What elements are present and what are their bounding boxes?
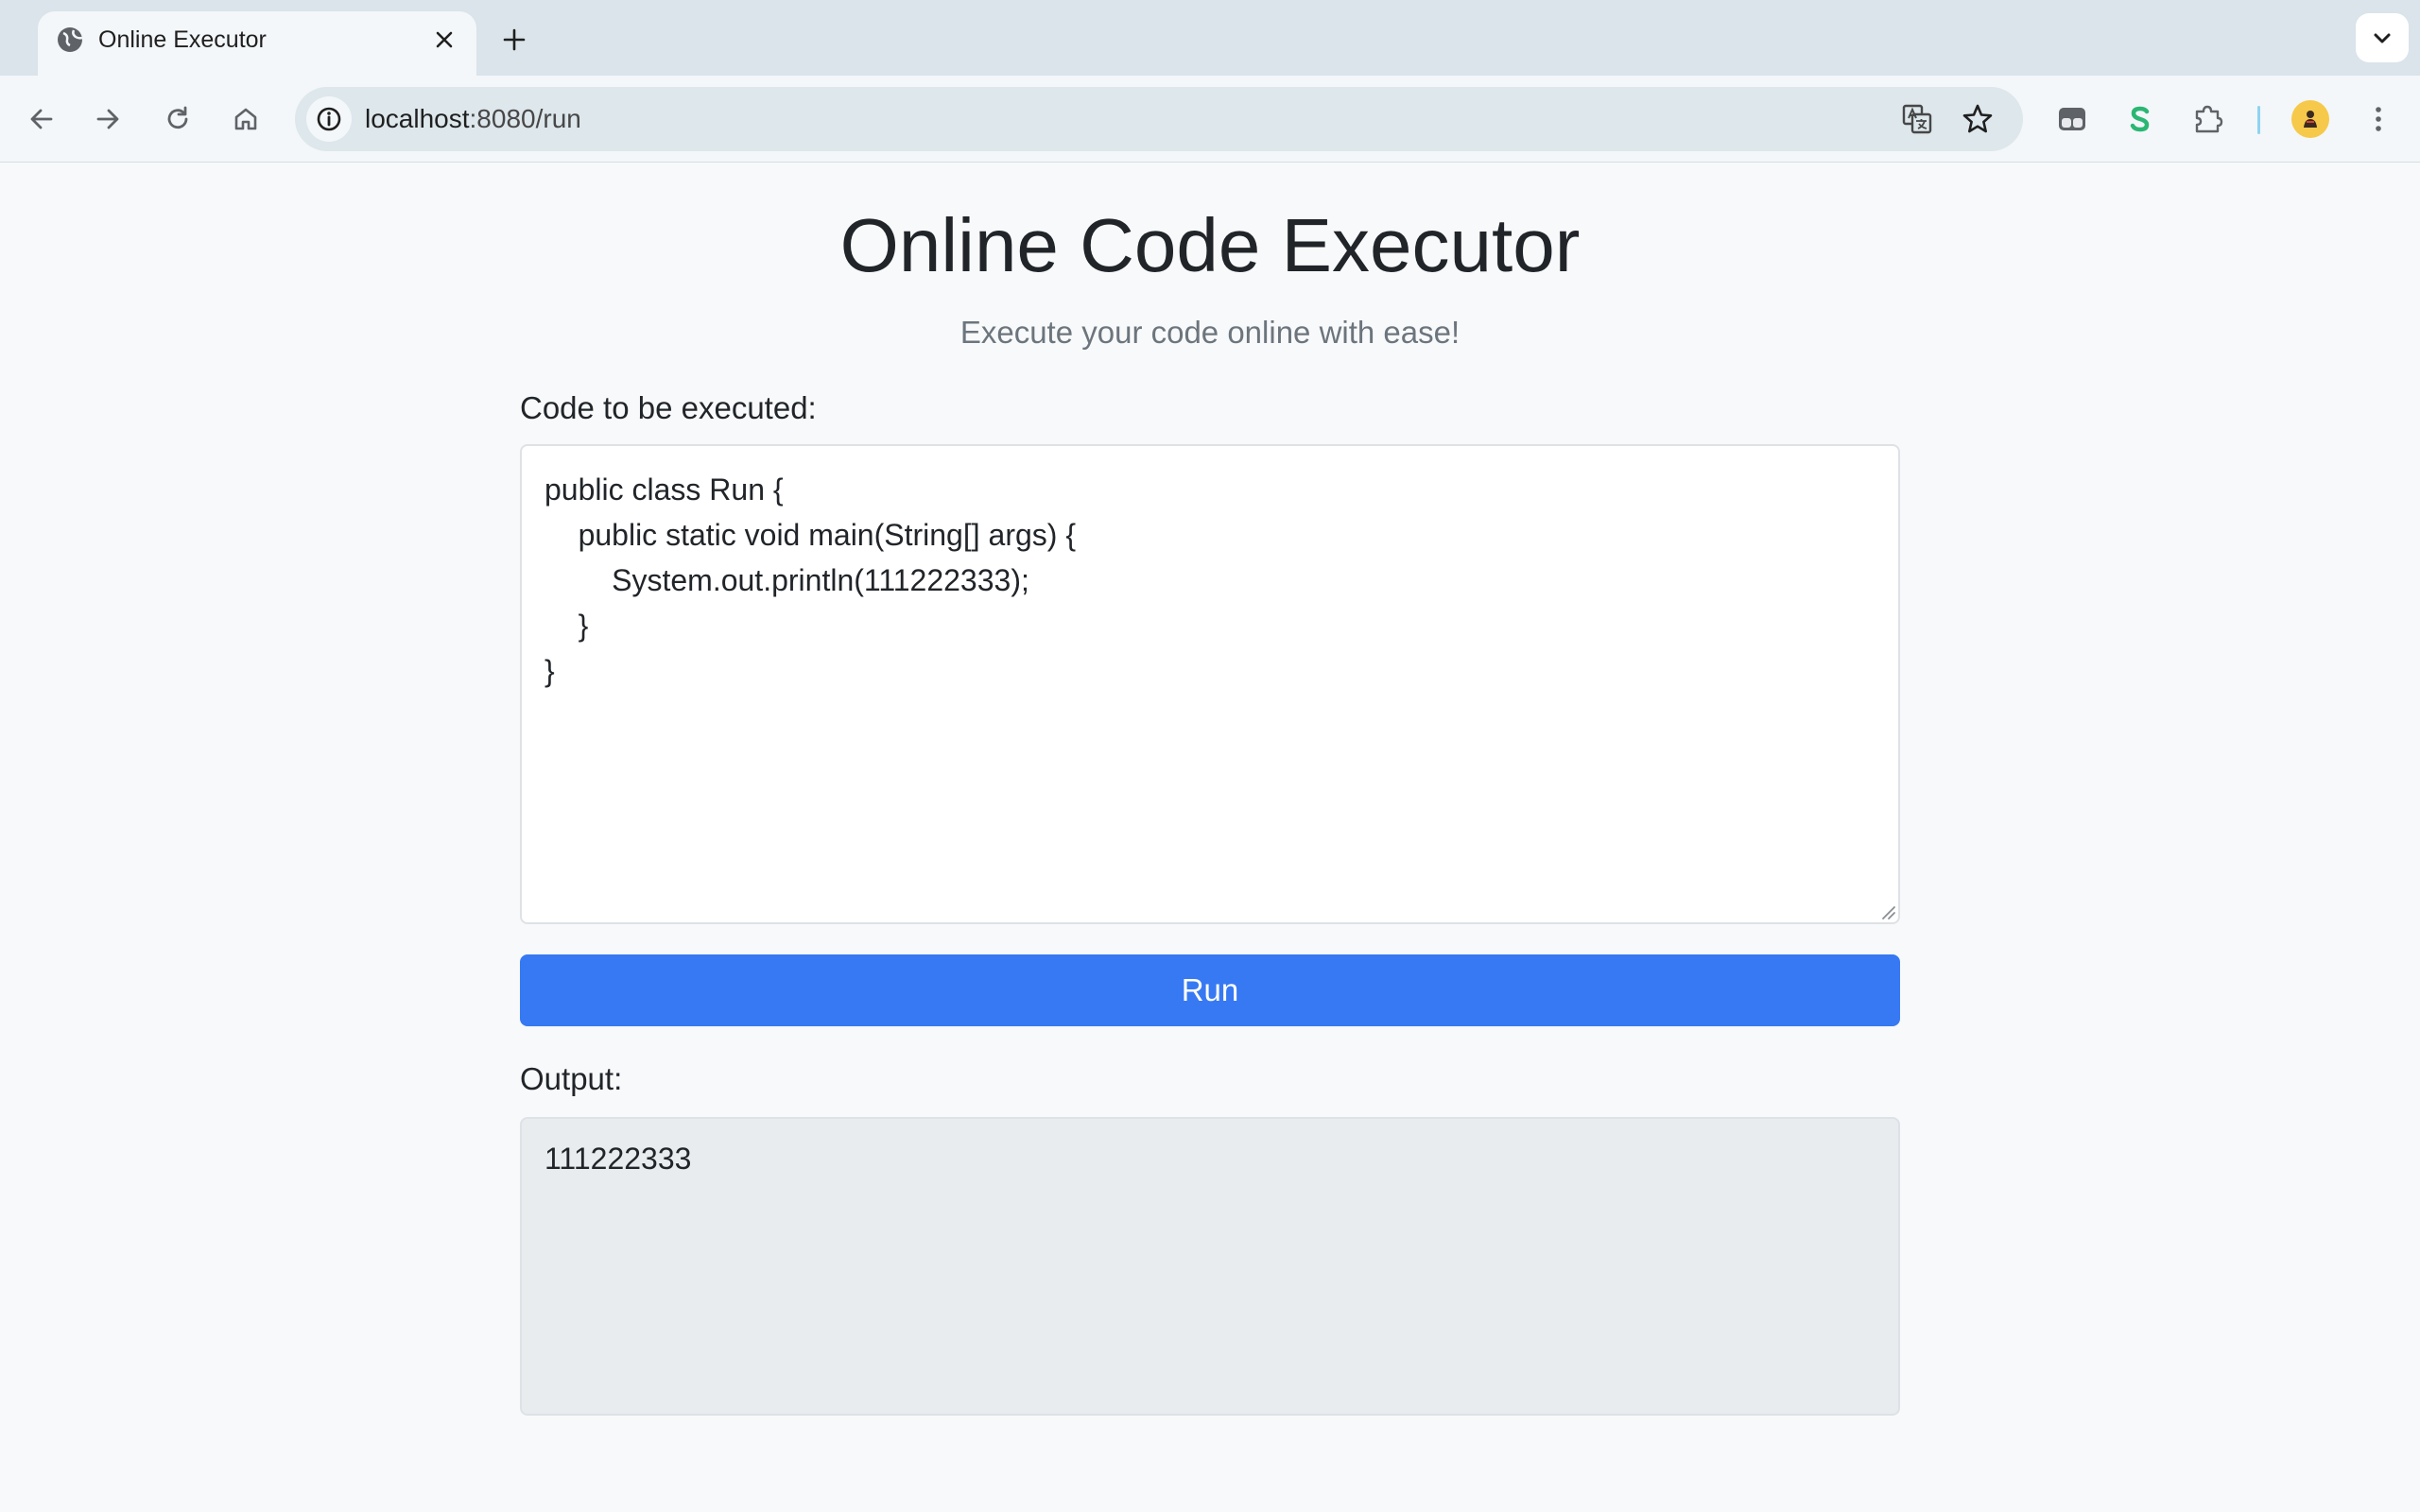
tab-manager-extension-icon[interactable] xyxy=(2049,96,2095,142)
tab-strip: Online Executor xyxy=(0,0,2420,76)
arrow-left-icon[interactable] xyxy=(19,96,64,142)
info-icon[interactable] xyxy=(306,96,352,142)
toolbar-divider xyxy=(2257,106,2260,134)
resize-handle-icon[interactable] xyxy=(1879,903,1896,920)
profile-avatar[interactable] xyxy=(2291,100,2329,138)
star-icon[interactable] xyxy=(1955,96,2000,142)
browser-tab[interactable]: Online Executor xyxy=(38,11,476,76)
code-label: Code to be executed: xyxy=(520,390,817,425)
globe-icon xyxy=(55,25,85,55)
tab-search-chevron-icon[interactable] xyxy=(2356,13,2409,62)
run-button[interactable]: Run xyxy=(520,954,1900,1026)
new-tab-plus-icon[interactable] xyxy=(493,19,535,60)
kebab-menu-icon[interactable] xyxy=(2356,96,2401,142)
close-icon[interactable] xyxy=(425,21,463,59)
green-s-extension-icon[interactable] xyxy=(2118,96,2163,142)
address-bar[interactable]: localhost:8080/run xyxy=(295,87,2023,151)
url-path: :8080/run xyxy=(469,104,581,133)
code-editor-textarea[interactable]: public class Run { public static void ma… xyxy=(520,444,1900,924)
reload-icon[interactable] xyxy=(155,96,200,142)
puzzle-icon[interactable] xyxy=(2186,96,2231,142)
url-text[interactable]: localhost:8080/run xyxy=(365,102,581,136)
translate-icon[interactable] xyxy=(1894,96,1940,142)
url-host: localhost xyxy=(365,104,470,133)
arrow-right-icon[interactable] xyxy=(85,96,130,142)
output-panel: 111222333 xyxy=(520,1117,1900,1416)
home-icon[interactable] xyxy=(223,96,268,142)
tab-title: Online Executor xyxy=(98,26,267,53)
page-title: Online Code Executor xyxy=(839,203,1581,287)
page-subtitle: Execute your code online with ease! xyxy=(959,315,1461,350)
output-label: Output: xyxy=(520,1061,623,1096)
